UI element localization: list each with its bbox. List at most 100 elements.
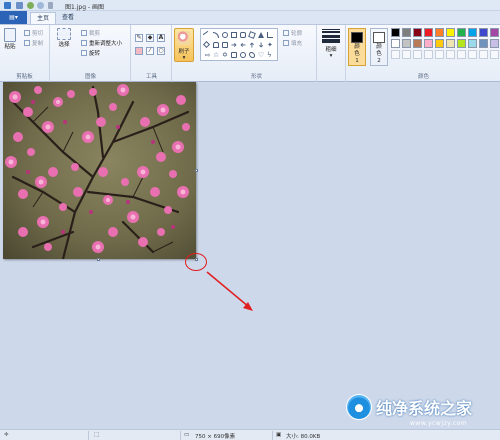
custom-color-slot[interactable] <box>490 50 499 59</box>
palette-swatch[interactable] <box>413 39 422 48</box>
resize-handle-bottom[interactable] <box>97 258 100 261</box>
tools-group: ✎ ◆ A ⁄ ○ 工具 <box>132 25 172 82</box>
triangle-shape-icon[interactable] <box>258 32 264 38</box>
custom-color-slot[interactable] <box>402 50 411 59</box>
size-button[interactable]: 粗细 ▾ <box>322 29 340 59</box>
six-point-star-shape-icon[interactable]: ✡ <box>222 52 228 59</box>
paste-button[interactable]: 粘贴 <box>4 28 16 50</box>
custom-color-slot[interactable] <box>391 50 400 59</box>
text-tool-icon[interactable]: A <box>157 34 165 42</box>
color1-button[interactable]: 颜色 1 <box>348 28 366 66</box>
line-width-icon <box>322 29 340 43</box>
diamond-shape-icon[interactable] <box>202 40 211 49</box>
paste-label: 粘贴 <box>4 44 16 50</box>
cloud-callout-shape-icon[interactable] <box>249 52 255 58</box>
right-arrow-shape-icon[interactable]: ➜ <box>231 42 237 49</box>
pentagon-shape-icon[interactable] <box>213 42 219 48</box>
redo-icon[interactable] <box>37 2 44 9</box>
brushes-button[interactable]: 刷子 ▾ <box>174 28 194 62</box>
tools-group-label: 工具 <box>145 74 157 80</box>
palette-swatch[interactable] <box>391 39 400 48</box>
custom-color-slot[interactable] <box>479 50 488 59</box>
save-icon[interactable] <box>16 2 23 9</box>
palette-swatch[interactable] <box>490 39 499 48</box>
custom-color-slot[interactable] <box>457 50 466 59</box>
watermark-text: 纯净系统之家 <box>376 399 473 418</box>
shapes-gallery[interactable]: ➜ ➜ ➜ ➜ ✦ ⇧ ☆ ✡ ♡ ϟ <box>200 28 278 61</box>
color2-label: 颜色 2 <box>376 44 382 64</box>
palette-swatch[interactable] <box>402 39 411 48</box>
copy-button[interactable]: 复制 <box>24 39 43 47</box>
right-triangle-shape-icon[interactable] <box>267 32 273 38</box>
callout-oval-shape-icon[interactable] <box>240 52 246 58</box>
oval-shape-icon[interactable] <box>222 32 228 38</box>
cursor-position-icon: ✛ <box>4 432 9 438</box>
line-shape-icon[interactable] <box>202 30 212 40</box>
eraser-icon[interactable] <box>135 47 143 55</box>
custom-color-slot[interactable] <box>435 50 444 59</box>
tab-home[interactable]: 主页 <box>30 12 57 24</box>
palette-swatch[interactable] <box>413 28 422 37</box>
palette-swatch[interactable] <box>424 39 433 48</box>
file-size-icon: ▣ <box>276 432 282 438</box>
custom-color-slot[interactable] <box>424 50 433 59</box>
outline-button[interactable]: 轮廓 <box>283 29 302 37</box>
color2-button[interactable]: 颜色 2 <box>370 28 388 66</box>
crop-icon <box>81 30 87 36</box>
arrow-outline-shape-icon[interactable]: ⇧ <box>203 52 211 58</box>
quick-access-dropdown-icon[interactable] <box>48 2 53 9</box>
palette-swatch[interactable] <box>457 28 466 37</box>
palette-swatch[interactable] <box>446 28 455 37</box>
palette-swatch[interactable] <box>468 39 477 48</box>
left-arrow-shape-icon[interactable]: ➜ <box>240 41 246 49</box>
up-arrow-shape-icon[interactable]: ➜ <box>248 42 256 48</box>
palette-swatch[interactable] <box>479 28 488 37</box>
five-point-star-shape-icon[interactable]: ☆ <box>213 52 219 59</box>
resize-button[interactable]: 重新调整大小 <box>81 39 122 47</box>
palette-swatch[interactable] <box>457 39 466 48</box>
fill-button[interactable]: 填充 <box>283 39 302 47</box>
file-menu-button[interactable]: ▤▾ <box>0 11 27 24</box>
tab-view[interactable]: 查看 <box>56 12 80 24</box>
crop-label: 裁剪 <box>89 31 101 37</box>
palette-swatch[interactable] <box>435 39 444 48</box>
outline-icon <box>283 30 289 36</box>
pencil-icon[interactable]: ✎ <box>135 34 143 42</box>
palette-swatch[interactable] <box>446 39 455 48</box>
palette-swatch[interactable] <box>402 28 411 37</box>
rounded-rectangle-shape-icon[interactable] <box>240 32 246 38</box>
color-picker-icon[interactable]: ⁄ <box>146 47 154 55</box>
canvas-image[interactable] <box>3 82 196 259</box>
polygon-shape-icon[interactable] <box>248 31 256 39</box>
rectangle-shape-icon[interactable] <box>231 32 237 38</box>
custom-color-slot[interactable] <box>468 50 477 59</box>
palette-swatch[interactable] <box>490 28 499 37</box>
resize-handle-right[interactable] <box>195 169 198 172</box>
palette-swatch[interactable] <box>435 28 444 37</box>
hexagon-shape-icon[interactable] <box>222 42 228 48</box>
cut-button[interactable]: 剪切 <box>24 29 43 37</box>
crop-button[interactable]: 裁剪 <box>81 29 100 37</box>
ribbon: 粘贴 剪切 复制 剪贴板 选择 裁剪 重新调整大小 旋转 图像 ✎ ◆ A ⁄ … <box>0 24 500 82</box>
clipboard-group: 粘贴 剪切 复制 剪贴板 <box>0 25 50 82</box>
rotate-button[interactable]: 旋转 <box>81 49 100 57</box>
palette-swatch[interactable] <box>391 28 400 37</box>
curve-shape-icon[interactable] <box>213 32 219 38</box>
lightning-shape-icon[interactable]: ϟ <box>267 52 273 59</box>
size-label: 粗细 <box>325 47 337 53</box>
heart-shape-icon[interactable]: ♡ <box>258 52 264 59</box>
paint-app-icon <box>4 2 11 9</box>
down-arrow-shape-icon[interactable]: ➜ <box>257 42 265 48</box>
custom-color-slot[interactable] <box>413 50 422 59</box>
four-point-star-shape-icon[interactable]: ✦ <box>267 42 273 49</box>
palette-swatch[interactable] <box>424 28 433 37</box>
palette-swatch[interactable] <box>479 39 488 48</box>
image-dimensions: 750 × 690像素 <box>195 434 236 440</box>
fill-bucket-icon[interactable]: ◆ <box>146 34 154 42</box>
magnifier-icon[interactable]: ○ <box>157 47 165 55</box>
custom-color-slot[interactable] <box>446 50 455 59</box>
palette-swatch[interactable] <box>468 28 477 37</box>
undo-icon[interactable] <box>27 2 34 9</box>
select-button[interactable]: 选择 <box>57 28 71 48</box>
callout-rect-shape-icon[interactable] <box>231 52 237 58</box>
